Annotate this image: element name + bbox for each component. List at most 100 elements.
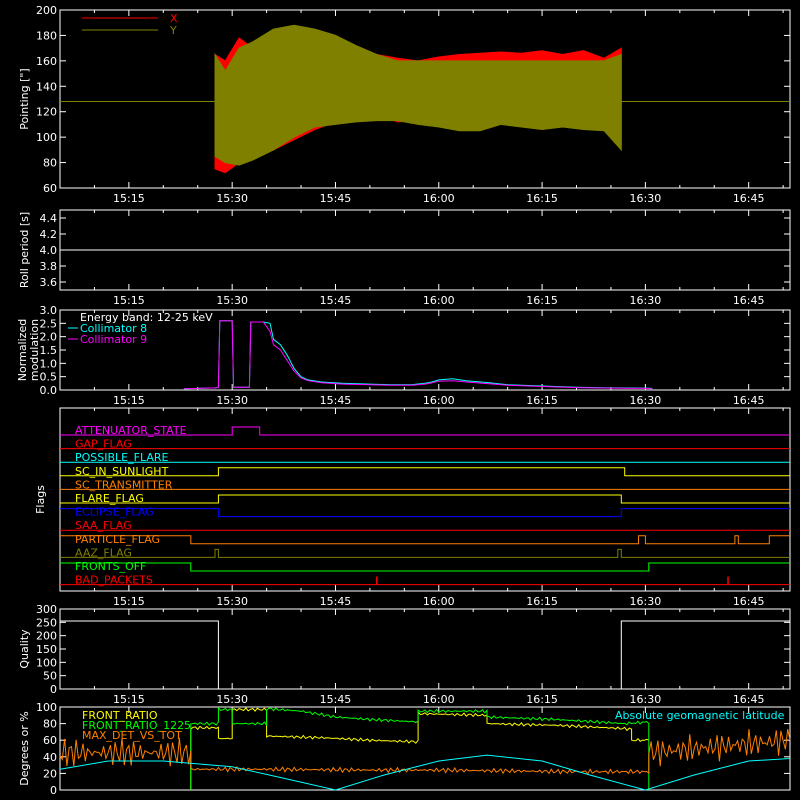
pointing-series-y-band xyxy=(214,24,622,166)
ratios-annotation-label: Absolute geomagnetic latitude xyxy=(615,709,785,722)
quality-x-tick-label: 16:30 xyxy=(630,693,662,706)
roll-x-tick-label: 16:45 xyxy=(733,294,765,307)
pointing-y-tick-label: 200 xyxy=(36,4,57,17)
quality-y-label: Quality xyxy=(18,629,31,669)
modulation-y-tick-label: 2.0 xyxy=(40,331,58,344)
roll-y-tick-label: 3.6 xyxy=(40,276,58,289)
flag-label-bad-packets: BAD_PACKETS xyxy=(75,574,153,587)
pointing-x-tick-label: 15:45 xyxy=(320,192,352,205)
flag-line-eclipse-flag xyxy=(60,508,790,518)
modulation-y-tick-label: 1.5 xyxy=(40,344,58,357)
quality-series-line xyxy=(60,620,790,690)
flag-label-gap-flag: GAP_FLAG xyxy=(75,438,132,451)
ratios-y-tick-label: 0 xyxy=(50,784,57,797)
quality-y-tick-label: 50 xyxy=(43,670,57,683)
flag-label-possible-flare: POSSIBLE_FLARE xyxy=(75,451,169,464)
ratios-y-tick-label: 20 xyxy=(43,767,57,780)
modulation-y-label: modulation xyxy=(28,319,41,381)
ratios-legend-label: MAX_DET_VS_TOT xyxy=(82,729,182,742)
ratios-y-tick-label: 100 xyxy=(36,701,57,714)
ratios-y-tick-label: 40 xyxy=(43,751,57,764)
modulation-x-tick-label: 16:45 xyxy=(733,394,765,407)
flag-label-attenuator-state: ATTENUATOR_STATE xyxy=(75,424,187,437)
flag-label-eclipse-flag: ECLIPSE_FLAG xyxy=(75,506,154,519)
flag-line-particle-flag xyxy=(60,535,790,545)
flag-line-sc-in-sunlight xyxy=(60,467,790,477)
roll-x-tick-label: 15:45 xyxy=(320,294,352,307)
pointing-y-tick-label: 120 xyxy=(36,106,57,119)
quality-y-tick-label: 250 xyxy=(36,616,57,629)
roll-x-tick-label: 15:30 xyxy=(216,294,248,307)
roll-y-tick-label: 4.4 xyxy=(40,212,58,225)
modulation-y-tick-label: 1.0 xyxy=(40,357,58,370)
modulation-y-tick-label: 2.5 xyxy=(40,317,58,330)
modulation-x-tick-label: 15:15 xyxy=(113,394,145,407)
pointing-y-tick-label: 180 xyxy=(36,29,57,42)
flag-label-sc-transmitter: SC_TRANSMITTER xyxy=(75,478,173,491)
flags-x-tick-label: 16:45 xyxy=(733,595,765,608)
pointing-x-tick-label: 16:15 xyxy=(526,192,558,205)
quality-y-tick-label: 300 xyxy=(36,603,57,616)
quality-y-tick-label: 150 xyxy=(36,643,57,656)
modulation-y-tick-label: 0.0 xyxy=(40,384,58,397)
roll-y-tick-label: 3.8 xyxy=(40,260,58,273)
quality-x-tick-label: 16:15 xyxy=(526,693,558,706)
flag-label-flare-flag: FLARE_FLAG xyxy=(75,492,144,505)
quality-x-tick-label: 15:15 xyxy=(113,693,145,706)
roll-y-tick-label: 4.0 xyxy=(40,244,58,257)
pointing-y-tick-label: 60 xyxy=(43,182,57,195)
flags-x-tick-label: 15:15 xyxy=(113,595,145,608)
plot-canvas: 15:15 15:30 15:45 16:00 16:15 16:30 16:45 60 80 1… xyxy=(0,0,800,800)
pointing-x-tick-label: 16:30 xyxy=(630,192,662,205)
pointing-y-tick-label: 100 xyxy=(36,131,57,144)
modulation-x-tick-label: 15:30 xyxy=(216,394,248,407)
pointing-x-tick-label: 16:00 xyxy=(423,192,455,205)
flags-x-tick-label: 16:15 xyxy=(526,595,558,608)
flags-x-tick-label: 16:30 xyxy=(630,595,662,608)
flag-label-particle-flag: PARTICLE_FLAG xyxy=(75,533,160,546)
modulation-y-tick-label: 3.0 xyxy=(40,304,58,317)
modulation-x-tick-label: 16:00 xyxy=(423,394,455,407)
quality-x-tick-label: 15:30 xyxy=(216,693,248,706)
flag-line-fronts-off xyxy=(60,562,790,572)
quality-y-tick-label: 200 xyxy=(36,630,57,643)
roll-x-tick-label: 15:15 xyxy=(113,294,145,307)
pointing-legend-label: Y xyxy=(169,24,177,37)
quality-y-tick-label: 0 xyxy=(50,683,57,696)
ratios-y-tick-label: 60 xyxy=(43,734,57,747)
pointing-y-label: Pointing ["] xyxy=(18,68,31,129)
flag-label-saa-flag: SAA_FLAG xyxy=(75,519,132,532)
flag-line-flare-flag xyxy=(60,494,790,504)
modulation-y-tick-label: 0.5 xyxy=(40,371,58,384)
ratios-series-front-ratio xyxy=(190,707,649,790)
ratios-y-tick-label: 80 xyxy=(43,718,57,731)
roll-y-tick-label: 4.2 xyxy=(40,228,58,241)
pointing-x-tick-label: 15:15 xyxy=(113,192,145,205)
modulation-legend-label: Collimator 9 xyxy=(80,333,147,346)
pointing-y-tick-label: 140 xyxy=(36,80,57,93)
pointing-y-tick-label: 160 xyxy=(36,55,57,68)
roll-x-tick-label: 16:15 xyxy=(526,294,558,307)
pointing-y-tick-label: 80 xyxy=(43,157,57,170)
modulation-series-8 xyxy=(183,320,653,390)
roll-y-label: Roll period [s] xyxy=(18,212,31,288)
roll-x-tick-label: 16:30 xyxy=(630,294,662,307)
quality-y-tick-label: 100 xyxy=(36,656,57,669)
quality-x-tick-label: 16:45 xyxy=(733,693,765,706)
roll-x-tick-label: 16:00 xyxy=(423,294,455,307)
modulation-x-tick-label: 15:45 xyxy=(320,394,352,407)
flags-y-label: Flags xyxy=(34,485,47,514)
flag-label-sc-in-sunlight: SC_IN_SUNLIGHT xyxy=(75,465,169,478)
flags-x-tick-label: 15:45 xyxy=(320,595,352,608)
modulation-x-tick-label: 16:30 xyxy=(630,394,662,407)
pointing-x-tick-label: 16:45 xyxy=(733,192,765,205)
modulation-series-9 xyxy=(183,320,653,390)
multi-panel-chart: 15:15 15:30 15:45 16:00 16:15 16:30 16:45 60 80 1… xyxy=(16,4,791,797)
pointing-x-tick-label: 15:30 xyxy=(216,192,248,205)
ratios-y-label: Degrees or % xyxy=(18,711,31,785)
flag-line-aaz-flag xyxy=(60,548,790,558)
flag-label-fronts-off: FRONTS_OFF xyxy=(75,560,146,573)
ratios-series-front-ratio-1225 xyxy=(190,706,650,790)
flags-x-tick-label: 16:00 xyxy=(423,595,455,608)
flag-label-aaz-flag: AAZ_FLAG xyxy=(75,546,132,559)
